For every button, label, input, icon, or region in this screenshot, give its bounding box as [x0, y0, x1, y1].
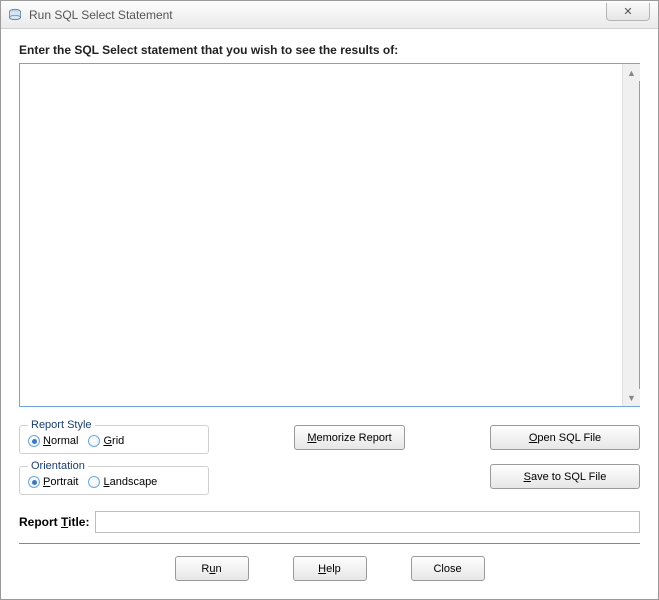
orientation-legend: Orientation	[28, 460, 88, 472]
report-style-radios: Normal Grid	[28, 435, 200, 447]
memorize-report-button[interactable]: Memorize Report	[294, 425, 404, 450]
report-title-input[interactable]	[95, 511, 640, 533]
sql-input[interactable]	[20, 64, 621, 406]
options-row: Report Style Normal Grid Orientation	[19, 419, 640, 501]
close-icon: ✕	[623, 5, 632, 18]
radio-dot-icon	[88, 476, 100, 488]
sql-textarea-container: ▲ ▼	[19, 63, 640, 407]
radio-landscape-label: Landscape	[103, 476, 157, 488]
close-button[interactable]: Close	[411, 556, 485, 581]
separator	[19, 543, 640, 544]
orientation-radios: Portrait Landscape	[28, 476, 200, 488]
radio-landscape[interactable]: Landscape	[88, 476, 157, 488]
report-title-label: Report Title:	[19, 515, 89, 529]
window-title: Run SQL Select Statement	[29, 8, 173, 22]
radio-normal-label: Normal	[43, 435, 78, 447]
run-button[interactable]: Run	[175, 556, 249, 581]
titlebar: Run SQL Select Statement ✕	[1, 1, 658, 29]
memorize-column: Memorize Report	[221, 419, 478, 450]
report-style-group: Report Style Normal Grid	[19, 419, 209, 454]
report-style-legend: Report Style	[28, 419, 95, 431]
orientation-group: Orientation Portrait Landscape	[19, 460, 209, 495]
radio-normal[interactable]: Normal	[28, 435, 78, 447]
radio-grid[interactable]: Grid	[88, 435, 124, 447]
action-buttons: Run Help Close	[19, 556, 640, 589]
prompt-label: Enter the SQL Select statement that you …	[19, 43, 640, 57]
scroll-down-icon[interactable]: ▼	[623, 389, 640, 406]
radio-portrait-label: Portrait	[43, 476, 78, 488]
file-buttons-column: Open SQL File Save to SQL File	[490, 419, 640, 489]
radio-grid-label: Grid	[103, 435, 124, 447]
save-sql-file-button[interactable]: Save to SQL File	[490, 464, 640, 489]
open-sql-file-button[interactable]: Open SQL File	[490, 425, 640, 450]
scroll-up-icon[interactable]: ▲	[623, 64, 640, 81]
app-icon	[7, 7, 23, 23]
help-button[interactable]: Help	[293, 556, 367, 581]
scrollbar[interactable]: ▲ ▼	[622, 64, 639, 406]
close-window-button[interactable]: ✕	[606, 3, 650, 21]
report-title-row: Report Title:	[19, 511, 640, 533]
dialog-content: Enter the SQL Select statement that you …	[1, 29, 658, 599]
radio-portrait[interactable]: Portrait	[28, 476, 78, 488]
options-column: Report Style Normal Grid Orientation	[19, 419, 209, 501]
radio-dot-icon	[28, 435, 40, 447]
dialog-window: Run SQL Select Statement ✕ Enter the SQL…	[0, 0, 659, 600]
radio-dot-icon	[88, 435, 100, 447]
radio-dot-icon	[28, 476, 40, 488]
